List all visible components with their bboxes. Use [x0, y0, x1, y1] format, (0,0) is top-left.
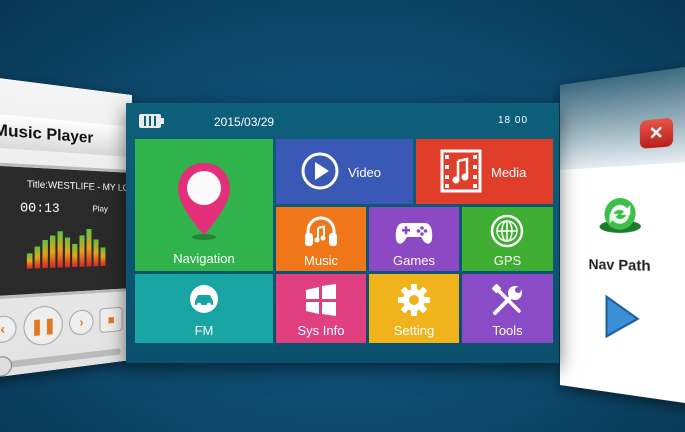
tile-sys-info-label: Sys Info	[276, 323, 366, 338]
nav-path-header	[560, 64, 685, 170]
nav-path-icon[interactable]	[596, 192, 644, 235]
headphones-icon	[303, 214, 339, 248]
tile-navigation[interactable]: Navigation	[135, 139, 273, 271]
tile-games-label: Games	[369, 253, 459, 268]
film-music-icon	[440, 149, 482, 193]
track-title: Title:WESTLIFE - MY LOVE	[27, 178, 132, 193]
tile-music[interactable]: Music	[276, 207, 366, 271]
playback-controls: ‹ ❚❚ › ■ ▶	[0, 299, 132, 351]
status-date: 2015/03/29	[214, 115, 274, 129]
tile-video[interactable]: Video	[276, 139, 413, 204]
seek-bar[interactable]	[0, 348, 121, 369]
tile-fm-label: FM	[135, 323, 273, 338]
wrench-screwdriver-icon	[491, 283, 525, 317]
status-bar: 2015/03/29 18 00	[126, 103, 559, 137]
tile-navigation-label: Navigation	[135, 251, 273, 266]
tile-fm[interactable]: FM	[135, 274, 273, 343]
gear-icon	[397, 283, 431, 317]
equalizer-bars	[27, 225, 106, 269]
tile-media[interactable]: Media	[416, 139, 553, 204]
music-player-display: Title:WESTLIFE - MY LOVE 00:13 Play	[0, 162, 132, 299]
tile-video-label: Video	[348, 165, 413, 180]
play-circle-icon	[300, 151, 340, 191]
previous-icon[interactable]: ‹	[0, 315, 17, 344]
car-radio-icon	[186, 284, 222, 314]
stop-icon[interactable]: ■	[99, 307, 122, 333]
next-icon[interactable]: ›	[69, 309, 93, 336]
gamepad-icon	[394, 219, 434, 247]
music-player-title: Music Player	[0, 120, 93, 147]
map-pin-icon	[176, 161, 232, 241]
tile-setting[interactable]: Setting	[369, 274, 459, 343]
pause-icon[interactable]: ❚❚	[23, 305, 62, 348]
play-arrow-icon[interactable]	[600, 292, 642, 344]
music-player-panel[interactable]: Music Player Title:WESTLIFE - MY LOVE 00…	[0, 76, 132, 379]
tile-gps[interactable]: GPS	[462, 207, 553, 271]
music-player-header: Music Player	[0, 112, 132, 157]
nav-path-label: Nav Path	[589, 256, 651, 275]
nav-path-panel[interactable]: ✕ Nav Path	[560, 64, 685, 407]
tile-tools[interactable]: Tools	[462, 274, 553, 343]
tile-music-label: Music	[276, 253, 366, 268]
globe-icon	[490, 214, 524, 248]
tile-games[interactable]: Games	[369, 207, 459, 271]
main-launcher-screen: 2015/03/29 18 00 Navigation Video Media	[126, 103, 559, 363]
tile-setting-label: Setting	[369, 323, 459, 338]
windows-icon	[304, 284, 338, 316]
battery-icon	[139, 114, 161, 128]
seek-knob[interactable]	[0, 355, 12, 378]
tile-sys-info[interactable]: Sys Info	[276, 274, 366, 343]
status-time: 18 00	[498, 115, 528, 126]
tile-gps-label: GPS	[462, 253, 553, 268]
play-state: Play	[93, 204, 108, 214]
tile-tools-label: Tools	[462, 323, 553, 338]
track-time: 00:13	[20, 200, 60, 216]
close-icon[interactable]: ✕	[640, 117, 673, 148]
tile-media-label: Media	[491, 165, 553, 180]
